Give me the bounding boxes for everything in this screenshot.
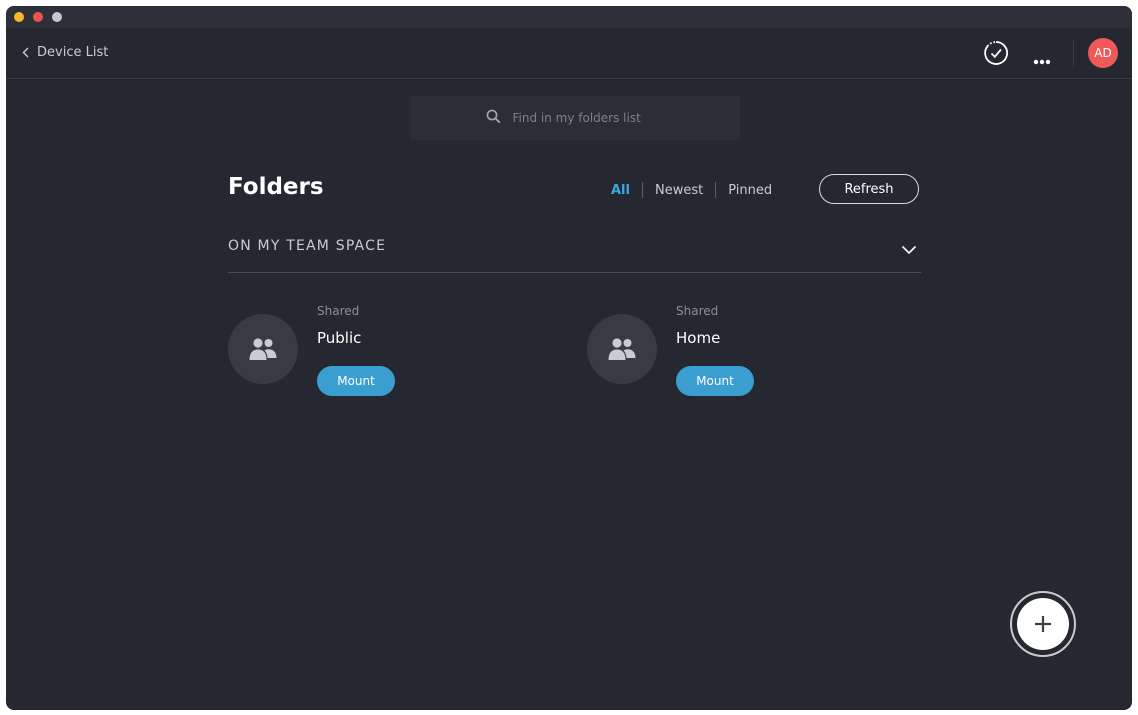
- navbar-divider: [1073, 39, 1074, 67]
- folder-search-bar[interactable]: [410, 96, 740, 140]
- add-folder-button[interactable]: [1010, 591, 1076, 657]
- user-avatar[interactable]: AD: [1088, 38, 1118, 68]
- minimize-window-button[interactable]: [14, 12, 24, 22]
- chevron-left-icon: [22, 47, 29, 58]
- folder-card-home: Shared Home Mount: [587, 302, 887, 402]
- chevron-down-icon: [901, 240, 917, 259]
- back-link-label: Device List: [37, 45, 109, 60]
- folder-type-label: Shared: [676, 304, 719, 318]
- filter-tab-newest[interactable]: Newest: [655, 183, 703, 198]
- folder-name: Home: [676, 329, 721, 347]
- navbar-actions: AD: [983, 38, 1118, 68]
- shared-users-icon: [587, 314, 657, 384]
- sync-status-icon[interactable]: [983, 40, 1009, 66]
- back-to-device-list-link[interactable]: Device List: [22, 45, 108, 60]
- top-navbar: Device List AD: [6, 28, 1132, 79]
- zoom-window-button[interactable]: [52, 12, 62, 22]
- mount-home-button[interactable]: Mount: [676, 366, 754, 396]
- filter-tab-all[interactable]: All: [611, 183, 630, 198]
- folder-filter-tabs: All Newest Pinned: [611, 182, 772, 198]
- folder-card-public: Shared Public Mount: [228, 302, 528, 402]
- app-window: Device List AD Find in my folders list F…: [6, 6, 1132, 710]
- section-label: ON MY TEAM SPACE: [228, 238, 387, 254]
- page-title: Folders: [228, 174, 324, 200]
- search-icon: [486, 109, 501, 128]
- search-input[interactable]: [510, 110, 665, 126]
- filter-divider: [641, 182, 643, 198]
- more-options-icon[interactable]: [1031, 50, 1053, 65]
- folder-type-label: Shared: [317, 304, 360, 318]
- shared-users-icon: [228, 314, 298, 384]
- filter-tab-pinned[interactable]: Pinned: [728, 183, 772, 198]
- team-space-section-header[interactable]: ON MY TEAM SPACE: [228, 228, 921, 273]
- refresh-button[interactable]: Refresh: [819, 174, 919, 204]
- filter-divider: [715, 182, 717, 198]
- mount-public-button[interactable]: Mount: [317, 366, 395, 396]
- folder-name: Public: [317, 329, 362, 347]
- close-window-button[interactable]: [33, 12, 43, 22]
- plus-icon: [1017, 598, 1069, 650]
- title-bar: [6, 6, 1132, 28]
